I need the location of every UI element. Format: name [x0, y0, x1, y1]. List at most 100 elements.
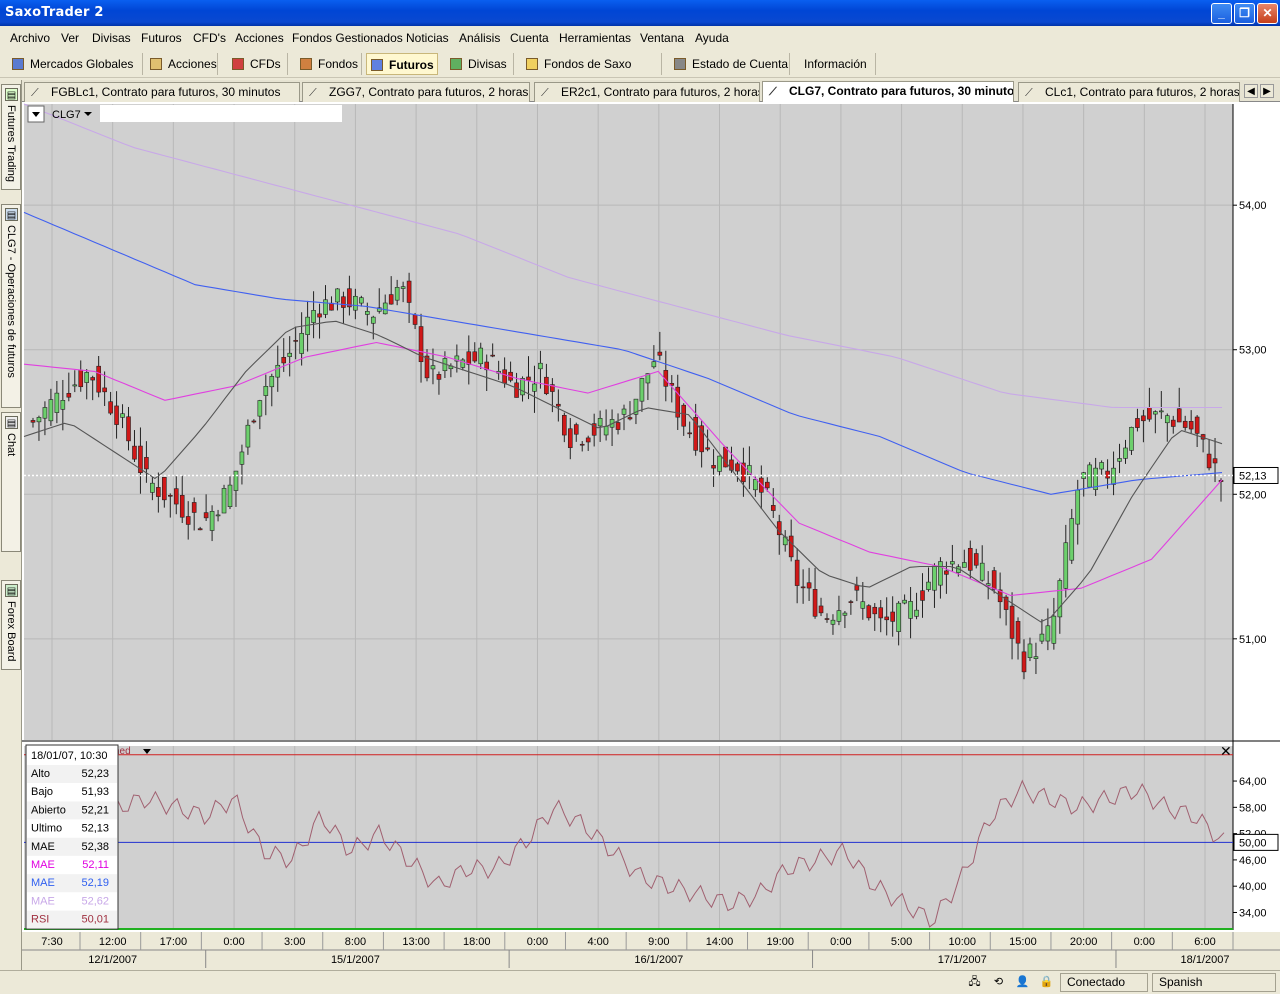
tooltip-row-value: 50,01: [81, 914, 109, 926]
tooltip-row-value: 52,62: [81, 895, 109, 907]
time-tick-label: 15:00: [1009, 936, 1037, 948]
toolbar-informaci-n[interactable]: Información: [798, 53, 876, 75]
price-plot-area[interactable]: [24, 104, 1233, 740]
line-chart-icon: ⟋: [1025, 87, 1033, 99]
menu-7[interactable]: Noticias: [406, 31, 449, 45]
menu-5[interactable]: Acciones: [235, 31, 284, 45]
maximize-button[interactable]: ❐: [1234, 3, 1255, 24]
menu-12[interactable]: Ayuda: [695, 31, 729, 45]
rsi-tick-label: 34,00: [1239, 907, 1267, 919]
toolbar-cfds[interactable]: CFDs: [228, 53, 288, 75]
chart-window[interactable]: 54,0053,0052,0051,0052,1364,0058,0052,00…: [22, 102, 1280, 976]
rsi-close-icon[interactable]: ✕: [1220, 743, 1232, 759]
time-tick-label: 14:00: [706, 936, 734, 948]
menu-8[interactable]: Análisis: [459, 31, 500, 45]
symbol-search-input[interactable]: [100, 105, 342, 122]
candle: [221, 484, 227, 514]
time-tick-label: 0:00: [527, 936, 548, 948]
date-label: 15/1/2007: [331, 954, 380, 966]
time-tick-label: 9:00: [648, 936, 669, 948]
tooltip-row-value: 52,38: [81, 841, 109, 853]
toolbar-fondos[interactable]: Fondos: [296, 53, 362, 75]
toolbar-label: Información: [804, 57, 867, 71]
toolbar-divisas[interactable]: Divisas: [446, 53, 514, 75]
toolbar-estado-de-cuenta[interactable]: Estado de Cuenta: [670, 53, 790, 75]
forex-board-icon: ▤: [5, 584, 18, 597]
time-tick-label: 20:00: [1070, 936, 1098, 948]
menu-bar: Archivo Ver Divisas Futuros CFD's Acciones Fon…: [0, 27, 1280, 49]
user-icon: 👤: [1015, 976, 1030, 988]
sidebar-tab-label: Chat: [5, 433, 17, 457]
time-tick-label: 5:00: [891, 936, 912, 948]
minimize-button[interactable]: _: [1211, 3, 1232, 24]
toolbar-futuros[interactable]: Futuros: [366, 53, 438, 75]
window-title: SaxoTrader 2: [5, 5, 104, 20]
toolbar-label: CFDs: [250, 57, 281, 71]
chart-tab-3[interactable]: ⟋ CLG7, Contrato para futuros, 30 minutos: [762, 81, 1014, 102]
chart-tab-1[interactable]: ⟋ ZGG7, Contrato para futuros, 2 horas: [302, 82, 530, 102]
toolbar: Mercados Globales Acciones CFDs Fondos Futur…: [0, 50, 1280, 93]
tooltip-row-label: MAE: [31, 895, 55, 907]
title-bar: SaxoTrader 2 _ ❐ ✕: [0, 0, 1280, 26]
toolbar-acciones[interactable]: Acciones: [146, 53, 218, 75]
line-chart-icon: ⟋: [309, 87, 317, 99]
sidebar-tab-3[interactable]: ▤ Forex Board: [1, 580, 21, 670]
sidebar-tab-0[interactable]: ▤ Futures Trading: [1, 84, 21, 190]
rsi-tick-label: 40,00: [1239, 881, 1267, 893]
tooltip-row-label: Alto: [31, 768, 50, 780]
menu-2[interactable]: Divisas: [92, 31, 131, 45]
network-icon: 🖧: [968, 976, 981, 988]
menu-10[interactable]: Herramientas: [559, 31, 631, 45]
toolbar-fondos-de-saxo-bank[interactable]: Fondos de Saxo Bank: [522, 53, 662, 93]
menu-4[interactable]: CFD's: [193, 31, 226, 45]
sidebar-tab-label: Forex Board: [5, 601, 17, 662]
menu-1[interactable]: Ver: [61, 31, 79, 45]
saxo-funds-icon: [526, 58, 538, 70]
sidebar-tab-2[interactable]: ▤ Chat: [1, 412, 21, 552]
candle: [866, 604, 872, 621]
sidebar-tab-1[interactable]: ▤ CLG7 - Operaciones de futuros: [1, 204, 21, 408]
instrument-symbol[interactable]: CLG7: [52, 109, 81, 121]
close-button[interactable]: ✕: [1257, 3, 1278, 24]
chart-tab-2[interactable]: ⟋ ER2c1, Contrato para futuros, 2 horas: [534, 82, 760, 102]
time-tick-label: 6:00: [1194, 936, 1215, 948]
menu-6[interactable]: Fondos Gestionados: [292, 31, 403, 45]
toolbar-mercados-globales[interactable]: Mercados Globales: [8, 53, 143, 75]
time-tick-label: 17:00: [160, 936, 188, 948]
account-icon: [674, 58, 686, 70]
rsi-plot-area[interactable]: [24, 746, 1233, 930]
tooltip-row-value: 51,93: [81, 786, 109, 798]
chart-tab-label: CLc1, Contrato para futuros, 2 horas: [1045, 85, 1240, 99]
time-tick-label: 0:00: [1134, 936, 1155, 948]
tooltip-row-value: 52,13: [81, 823, 109, 835]
date-label: 12/1/2007: [88, 954, 137, 966]
tooltip-row-value: 52,23: [81, 768, 109, 780]
line-chart-icon: ⟋: [31, 87, 39, 99]
data-tooltip: 18/01/07, 10:30 Alto 52,23 Bajo 51,93 Abierto…: [25, 744, 119, 930]
futures-trading-icon: ▤: [5, 88, 18, 101]
chart-tab-label: CLG7, Contrato para futuros, 30 minutos: [789, 84, 1014, 98]
language-status: Spanish: [1152, 973, 1276, 992]
chat-icon: ▤: [5, 416, 18, 429]
forex-icon: [450, 58, 462, 70]
menu-11[interactable]: Ventana: [640, 31, 684, 45]
time-tick-label: 12:00: [99, 936, 127, 948]
rsi-tick-label: 58,00: [1239, 802, 1267, 814]
sidebar-tab-label: CLG7 - Operaciones de futuros: [5, 225, 17, 378]
menu-0[interactable]: Archivo: [10, 31, 50, 45]
tooltip-row-label: MAE: [31, 877, 55, 889]
globe-icon: [12, 58, 24, 70]
menu-9[interactable]: Cuenta: [510, 31, 549, 45]
last-price-label: 52,13: [1239, 470, 1267, 482]
price-chart[interactable]: 54,0053,0052,0051,0052,1364,0058,0052,00…: [22, 102, 1280, 970]
tooltip-row-label: RSI: [31, 914, 49, 926]
tabs-scroll-right[interactable]: ▶: [1260, 84, 1274, 98]
time-tick-label: 18:00: [463, 936, 491, 948]
chart-tab-4[interactable]: ⟋ CLc1, Contrato para futuros, 2 horas: [1018, 82, 1240, 102]
tabs-scroll-left[interactable]: ◀: [1244, 84, 1258, 98]
date-label: 17/1/2007: [938, 954, 987, 966]
time-tick-label: 7:30: [41, 936, 62, 948]
menu-3[interactable]: Futuros: [141, 31, 182, 45]
chart-tab-0[interactable]: ⟋ FGBLc1, Contrato para futuros, 30 minut…: [24, 82, 300, 102]
funds-icon: [300, 58, 312, 70]
